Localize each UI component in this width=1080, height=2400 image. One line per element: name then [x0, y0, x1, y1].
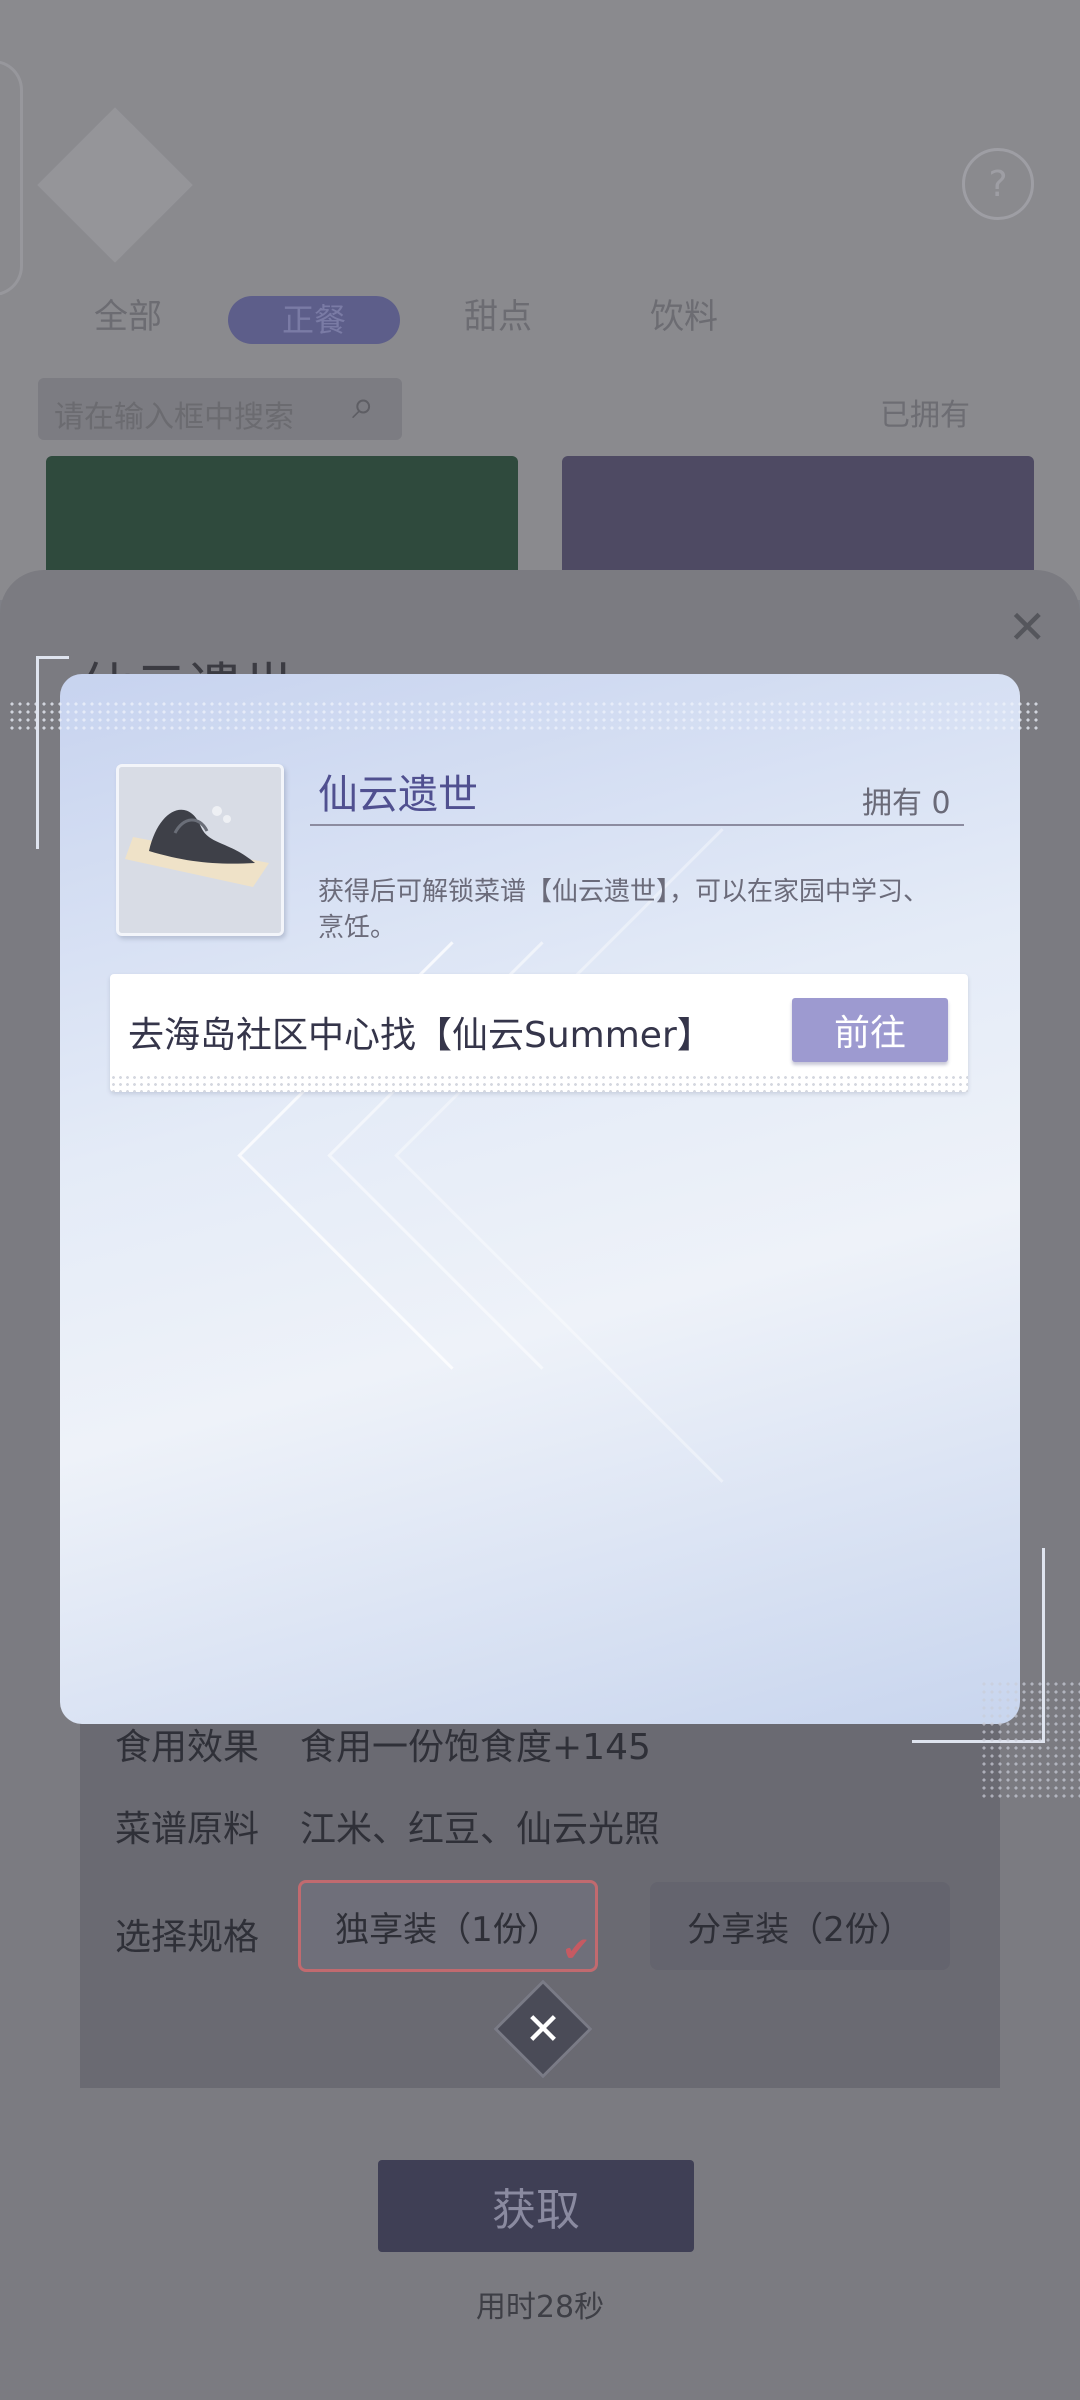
tab-main-dish[interactable]: 正餐	[228, 296, 400, 344]
item-description: 获得后可解锁菜谱【仙云遗世】，可以在家园中学习、烹饪。	[318, 877, 930, 943]
owned-filter[interactable]: 已拥有	[880, 390, 970, 434]
item-name: 仙云遗世	[318, 772, 478, 818]
close-icon[interactable]: ✕	[508, 1994, 578, 2064]
spec-share-button[interactable]: 分享装（2份）	[650, 1882, 950, 1970]
time-text: 用时28秒	[475, 2290, 605, 2325]
dot-pattern	[8, 700, 1042, 730]
dish-icon	[119, 767, 281, 933]
search-placeholder: 请在输入框中搜索	[54, 400, 294, 435]
item-thumbnail	[116, 764, 284, 936]
ingredients-value: 江米、红豆、仙云光照	[300, 1809, 661, 1850]
goto-button[interactable]: 前往	[792, 998, 948, 1062]
effect-value: 食用一份饱食度+145	[300, 1727, 651, 1768]
check-icon: ✔	[562, 1930, 591, 1970]
tab-dessert[interactable]: 甜点	[464, 292, 532, 342]
spec-single-button[interactable]: 独享装（1份）	[298, 1880, 598, 1972]
get-button[interactable]: 获取	[378, 2160, 694, 2252]
source-text: 去海岛社区中心找【仙云Summer】	[128, 1015, 713, 1056]
corner-frame	[36, 656, 69, 849]
search-icon[interactable]: ⌕	[352, 382, 392, 428]
close-icon[interactable]: ✕	[1008, 600, 1047, 654]
dot-pattern	[110, 1074, 968, 1092]
tab-all[interactable]: 全部	[94, 292, 162, 342]
effect-label: 食用效果	[115, 1727, 260, 1768]
dot-pattern	[980, 1680, 1080, 1800]
tab-drink[interactable]: 饮料	[650, 292, 718, 342]
question-icon[interactable]: ?	[962, 148, 1034, 220]
owned-count: 拥有 0	[862, 786, 951, 821]
ingredients-label: 菜谱原料	[115, 1809, 260, 1850]
side-decoration	[0, 60, 23, 296]
divider	[310, 824, 964, 826]
spec-label: 选择规格	[115, 1917, 260, 1958]
